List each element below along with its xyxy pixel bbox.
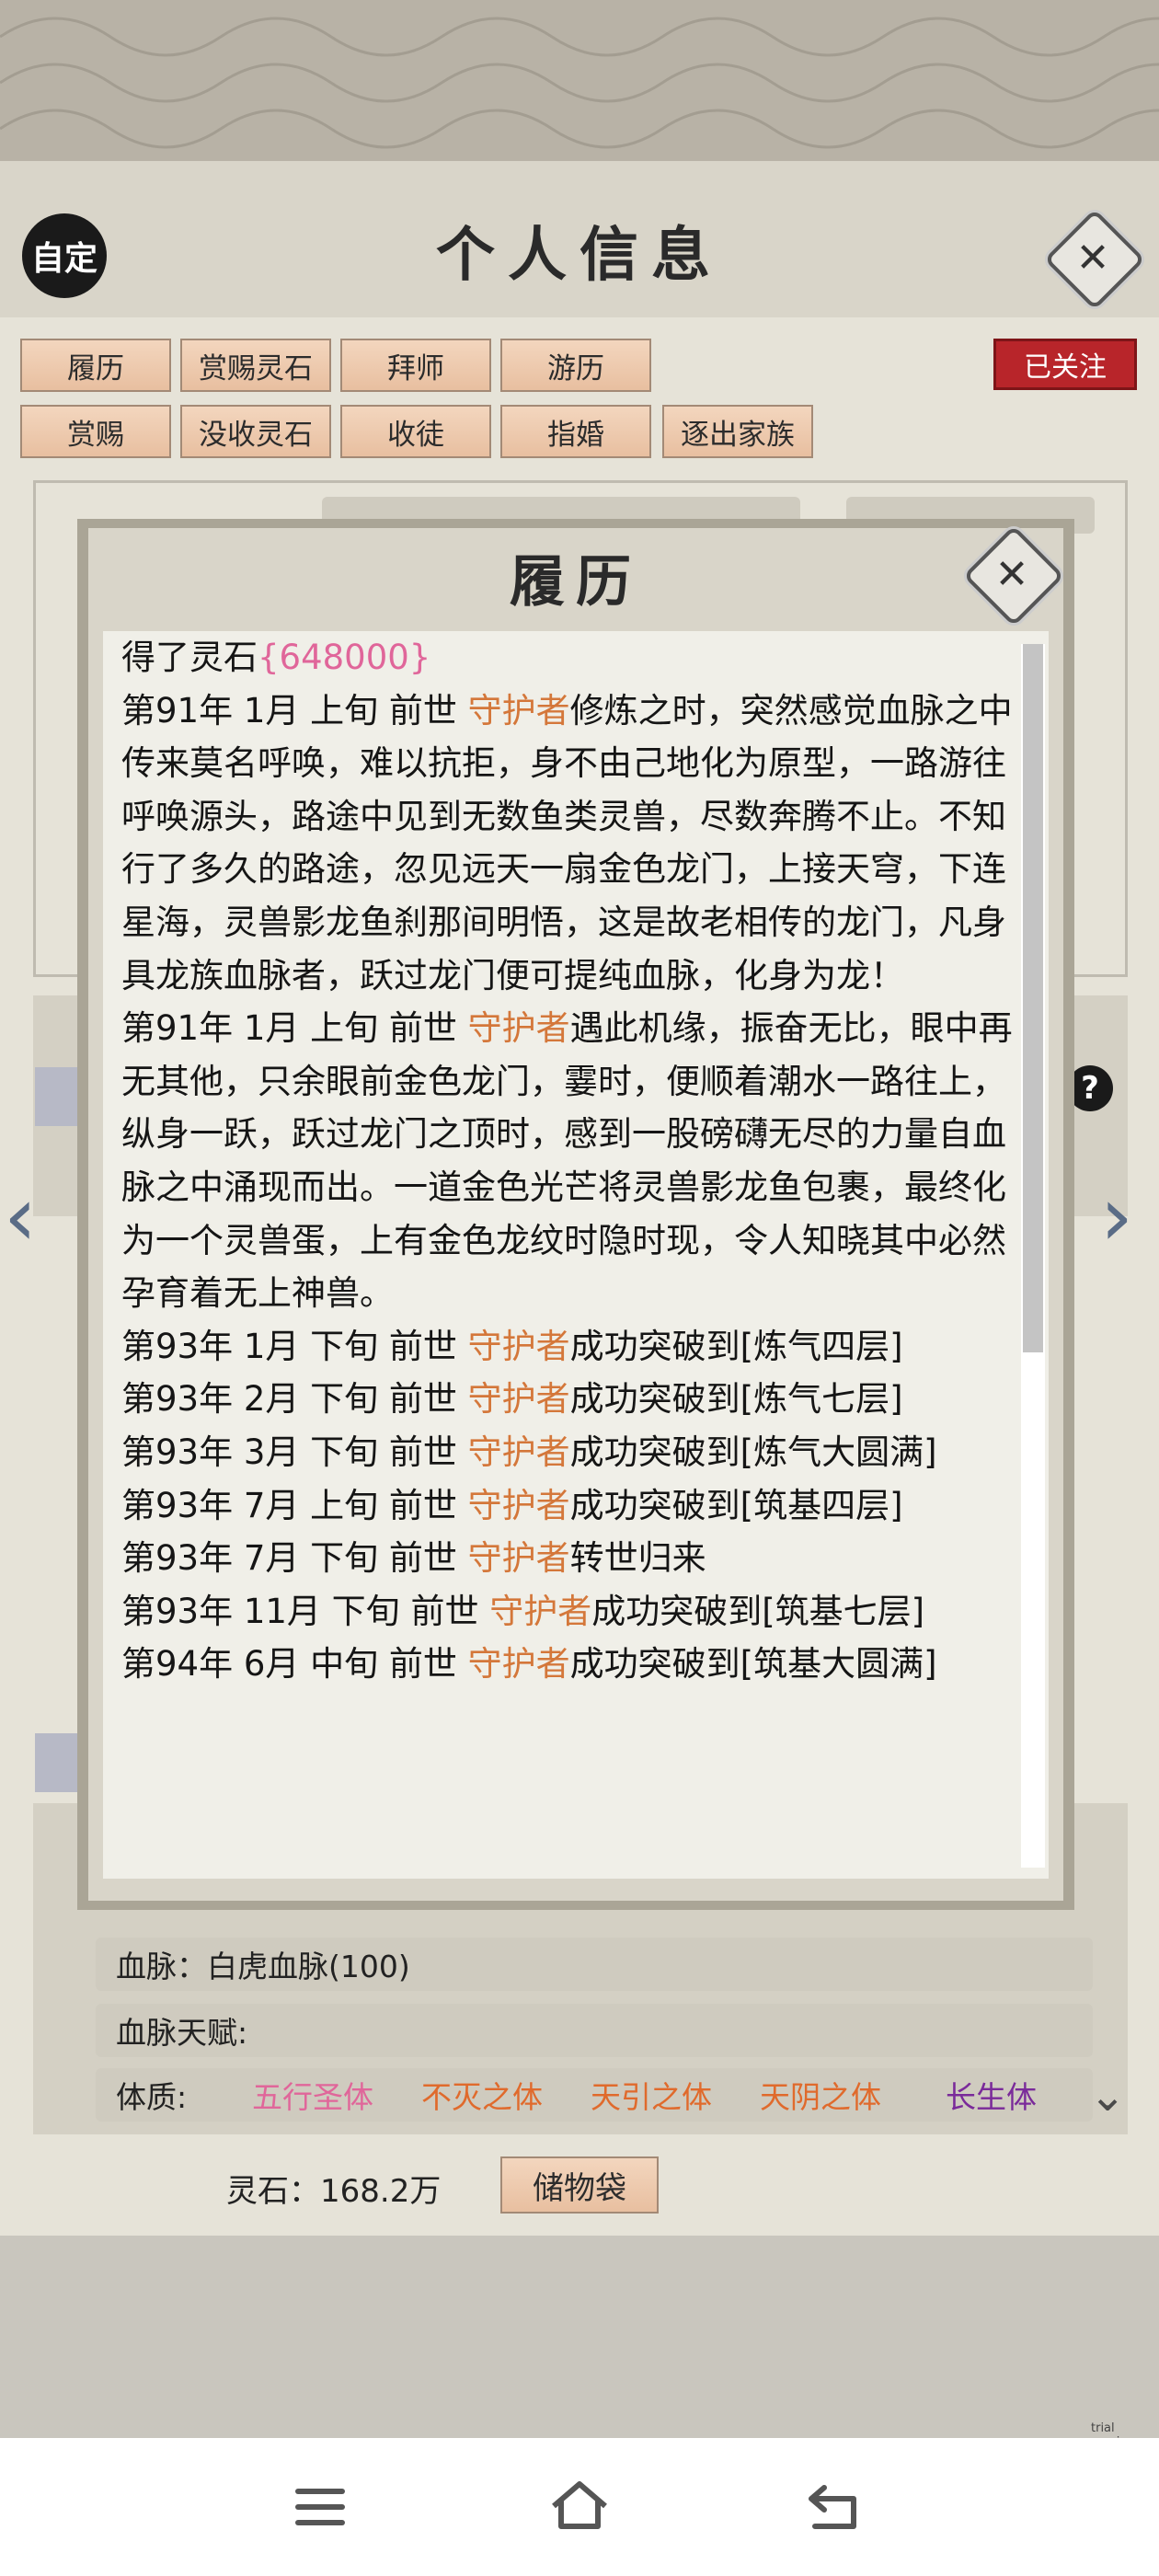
bloodline-row: 血脉： 白虎血脉(100): [96, 1938, 1093, 1991]
physique-trait[interactable]: 长生体: [946, 2073, 1037, 2117]
log-entry: 第94年 6月 中旬 前世 守护者成功突破到[筑基大圆满]: [121, 1638, 1014, 1691]
log-entry: 第93年 11月 下旬 前世 守护者成功突破到[筑基七层]: [121, 1585, 1014, 1639]
log-text: 遇此机缘，振奋无比，眼中再无其他，只余眼前金色龙门，霎时，便顺着潮水一路往上，纵…: [121, 1008, 1013, 1314]
bloodline-value: 白虎血脉(100): [207, 1949, 410, 1984]
log-highlight: 守护者: [467, 1432, 570, 1472]
section-tab: [35, 1733, 81, 1792]
log-entry: 得了灵石{648000}: [121, 631, 1014, 684]
tab-arrange-marriage[interactable]: 指婚: [500, 405, 651, 458]
resume-log: 得了灵石{648000} 第91年 1月 上旬 前世 守护者修炼之时，突然感觉血脉…: [121, 631, 1014, 1691]
custom-button[interactable]: 自定: [22, 213, 107, 298]
log-text: 第93年 11月 下旬 前世: [121, 1591, 490, 1631]
followed-badge[interactable]: 已关注: [993, 339, 1137, 390]
tab-confiscate-stones[interactable]: 没收灵石: [180, 405, 331, 458]
log-text: 成功突破到[筑基七层]: [591, 1591, 925, 1631]
tab-resume[interactable]: 履历: [20, 339, 171, 392]
log-highlight: 守护者: [467, 1538, 570, 1579]
log-text: 得了灵石: [121, 638, 258, 677]
tab-reward-stones[interactable]: 赏赐灵石: [180, 339, 331, 392]
tab-reward[interactable]: 赏赐: [20, 405, 171, 458]
log-text: 第93年 3月 下旬 前世: [121, 1432, 468, 1472]
log-text: 转世归来: [569, 1538, 706, 1579]
chevron-down-icon[interactable]: ⌄: [1089, 2070, 1126, 2122]
close-icon: ✕: [1075, 234, 1110, 282]
log-text: 成功突破到[筑基四层]: [569, 1485, 903, 1525]
log-text: 第91年 1月 上旬 前世: [121, 1008, 468, 1049]
next-arrow-icon[interactable]: ›: [1100, 1168, 1133, 1265]
physique-trait[interactable]: 不灭之体: [421, 2073, 543, 2117]
bloodline-talent-row: 血脉天赋:: [96, 2004, 1093, 2057]
dialog-title: 履历: [510, 550, 642, 615]
storage-bag-button[interactable]: 储物袋: [500, 2156, 659, 2214]
log-text: 成功突破到[炼气四层]: [569, 1326, 903, 1366]
log-entry: 第93年 7月 下旬 前世 守护者转世归来: [121, 1532, 1014, 1585]
log-text: 成功突破到[筑基大圆满]: [569, 1644, 937, 1685]
log-entry: 第93年 7月 上旬 前世 守护者成功突破到[筑基四层]: [121, 1479, 1014, 1533]
log-text: 第93年 1月 下旬 前世: [121, 1326, 468, 1366]
log-text: 成功突破到[炼气七层]: [569, 1379, 903, 1420]
log-highlight: 守护者: [467, 690, 570, 730]
close-button[interactable]: ✕: [1043, 208, 1146, 311]
physique-trait[interactable]: 五行圣体: [252, 2073, 373, 2117]
tab-expel-family[interactable]: 逐出家族: [662, 405, 813, 458]
log-entry: 第93年 2月 下旬 前世 守护者成功突破到[炼气七层]: [121, 1373, 1014, 1426]
log-highlight: 守护者: [489, 1591, 592, 1631]
tab-take-disciple[interactable]: 收徒: [340, 405, 491, 458]
physique-row: 体质: 五行圣体 不灭之体 天引之体 天阴之体 长生体: [96, 2068, 1093, 2122]
log-text: 第93年 2月 下旬 前世: [121, 1379, 468, 1420]
system-nav-bar: [0, 2438, 1159, 2576]
prev-arrow-icon[interactable]: ‹: [4, 1168, 37, 1265]
tab-travel[interactable]: 游历: [500, 339, 651, 392]
log-text: 第94年 6月 中旬 前世: [121, 1644, 468, 1685]
log-entry: 第93年 3月 下旬 前世 守护者成功突破到[炼气大圆满]: [121, 1426, 1014, 1479]
log-entry: 第91年 1月 上旬 前世 守护者修炼之时，突然感觉血脉之中传来莫名呼唤，难以抗…: [121, 684, 1014, 1003]
log-text: 修炼之时，突然感觉血脉之中传来莫名呼唤，难以抗拒，身不由己地化为原型，一路游往呼…: [121, 690, 1013, 995]
bloodline-label: 血脉：: [116, 1949, 207, 1984]
physique-label: 体质:: [116, 2079, 188, 2115]
menu-icon[interactable]: [293, 2484, 348, 2530]
log-entry: 第93年 1月 下旬 前世 守护者成功突破到[炼气四层]: [121, 1320, 1014, 1374]
log-text: 第93年 7月 上旬 前世: [121, 1485, 468, 1525]
log-highlight: 守护者: [467, 1485, 570, 1525]
physique-trait[interactable]: 天阴之体: [760, 2073, 881, 2117]
tab-apprentice[interactable]: 拜师: [340, 339, 491, 392]
spirit-stone-amount: 灵石：168.2万: [226, 2173, 442, 2210]
top-decor-band: [0, 0, 1159, 161]
wave-pattern-icon: [0, 17, 1159, 149]
bottom-area: [0, 2236, 1159, 2438]
scrollbar-thumb[interactable]: [1023, 644, 1043, 1352]
log-highlight: 守护者: [467, 1008, 570, 1049]
home-icon[interactable]: [548, 2478, 611, 2534]
log-highlight: 守护者: [467, 1326, 570, 1366]
log-highlight: 守护者: [467, 1644, 570, 1685]
log-text: 成功突破到[炼气大圆满]: [569, 1432, 937, 1472]
section-tab: [35, 1067, 81, 1126]
log-highlight: 守护者: [467, 1379, 570, 1420]
bloodline-talent-label: 血脉天赋:: [116, 2015, 248, 2051]
dialog-content[interactable]: 得了灵石{648000} 第91年 1月 上旬 前世 守护者修炼之时，突然感觉血脉…: [103, 631, 1049, 1879]
back-icon[interactable]: [806, 2480, 865, 2532]
log-highlight: {648000}: [258, 638, 431, 677]
dialog-close-button[interactable]: ✕: [962, 524, 1065, 627]
close-icon: ✕: [994, 550, 1029, 598]
log-entry: 第91年 1月 上旬 前世 守护者遇此机缘，振奋无比，眼中再无其他，只余眼前金色…: [121, 1002, 1014, 1320]
log-text: 第93年 7月 下旬 前世: [121, 1538, 468, 1579]
log-text: 第91年 1月 上旬 前世: [121, 690, 468, 730]
page-title: 个人信息: [436, 221, 723, 290]
physique-trait[interactable]: 天引之体: [591, 2073, 712, 2117]
